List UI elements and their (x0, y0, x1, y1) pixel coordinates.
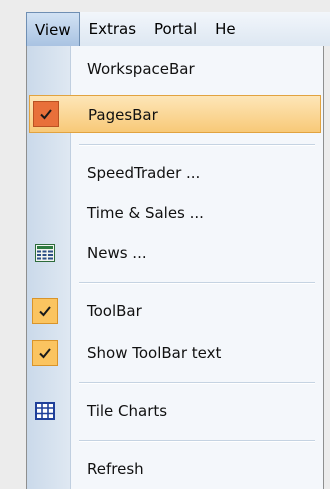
menu-bar: View Extras Portal He (26, 12, 330, 46)
menu-item-label: Show ToolBar text (87, 344, 222, 362)
menubar-extras[interactable]: Extras (80, 12, 145, 46)
menu-item-news[interactable]: News ... (27, 234, 323, 272)
menu-item-label: ToolBar (87, 302, 142, 320)
application-frame: View Extras Portal He WorkspaceBar Pages… (0, 0, 330, 489)
menu-item-label: PagesBar (88, 106, 158, 124)
menu-separator (79, 282, 315, 284)
menu-separator (79, 382, 315, 384)
menu-item-tile-charts[interactable]: Tile Charts (27, 392, 323, 430)
checkmark-icon (33, 101, 59, 127)
menu-separator (79, 144, 315, 146)
menu-item-label: SpeedTrader ... (87, 164, 201, 182)
menu-item-speedtrader[interactable]: SpeedTrader ... (27, 154, 323, 192)
checkmark-icon (32, 298, 58, 324)
menu-item-refresh[interactable]: Refresh (27, 450, 323, 488)
checkmark-icon (32, 340, 58, 366)
menu-separator (79, 440, 315, 442)
menu-item-label: Time & Sales ... (87, 204, 204, 222)
menu-item-show-toolbar-text[interactable]: Show ToolBar text (27, 334, 323, 372)
news-icon (32, 240, 58, 266)
menu-item-label: Refresh (87, 460, 144, 478)
menubar-help[interactable]: He (206, 12, 245, 46)
view-dropdown-menu: WorkspaceBar PagesBar SpeedTrader ... Ti… (26, 46, 324, 489)
grid-table-icon (32, 398, 58, 424)
menu-item-workspacebar[interactable]: WorkspaceBar (27, 50, 323, 88)
menu-item-label: WorkspaceBar (87, 60, 195, 78)
menubar-portal[interactable]: Portal (145, 12, 206, 46)
menu-item-pagesbar[interactable]: PagesBar (29, 95, 321, 133)
menu-item-time-and-sales[interactable]: Time & Sales ... (27, 194, 323, 232)
menubar-view[interactable]: View (26, 12, 80, 46)
menu-item-label: Tile Charts (87, 402, 168, 420)
menu-item-toolbar[interactable]: ToolBar (27, 292, 323, 330)
menu-item-label: News ... (87, 244, 147, 262)
